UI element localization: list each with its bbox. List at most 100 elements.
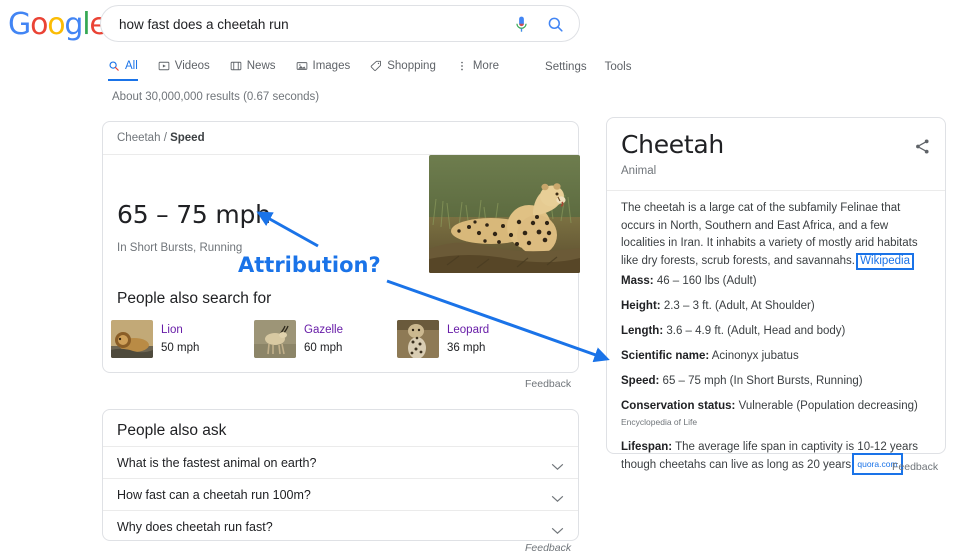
fact-value: Vulnerable (Population decreasing) xyxy=(738,400,918,412)
people-also-search-title: People also search for xyxy=(117,290,272,307)
annotation-label: Attribution? xyxy=(238,253,381,277)
fact-value: 46 – 160 lbs (Adult) xyxy=(656,275,757,287)
people-also-search-row: Lion 50 mph Gazelle 60 mph Leopard 36 mp… xyxy=(111,320,540,358)
knowledge-panel-card: Cheetah Animal The cheetah is a large ca… xyxy=(606,117,946,475)
video-icon xyxy=(158,60,170,72)
logo-letter-o2: o xyxy=(47,7,65,42)
search-icon xyxy=(108,60,120,72)
featured-snippet-card: Cheetah / Speed 65 – 75 mph In Short Bur… xyxy=(102,121,580,373)
tab-videos-label: Videos xyxy=(174,60,210,72)
snippet-answer: 65 – 75 mph xyxy=(117,200,271,229)
fact-label: Conservation status: xyxy=(621,400,736,412)
knowledge-panel-subtitle: Animal xyxy=(621,165,657,177)
fact-row-mass: Mass: 46 – 160 lbs (Adult) xyxy=(621,273,936,289)
paa-feedback-link[interactable]: Feedback xyxy=(525,542,571,554)
logo-letter-G: G xyxy=(8,7,31,42)
also-search-item-speed: 50 mph xyxy=(161,342,200,354)
settings-button[interactable]: Settings xyxy=(545,61,587,73)
tab-all-label: All xyxy=(125,60,138,72)
fact-value: 65 – 75 mph (In Short Bursts, Running) xyxy=(662,375,863,387)
tab-shopping[interactable]: Shopping xyxy=(370,60,436,74)
search-nav-tabs: All Videos News Images Shopping More Set… xyxy=(108,55,649,81)
search-submit-icon[interactable] xyxy=(546,15,565,34)
tab-images-label: Images xyxy=(312,60,351,72)
chevron-down-icon[interactable] xyxy=(551,458,564,471)
fact-row-speed: Speed: 65 – 75 mph (In Short Bursts, Run… xyxy=(621,373,936,389)
fact-label: Mass: xyxy=(621,275,654,287)
search-input[interactable] xyxy=(117,6,499,43)
breadcrumb[interactable]: Cheetah / Speed xyxy=(117,132,205,144)
also-search-item-text: Leopard 36 mph xyxy=(447,320,489,356)
knowledge-panel-description: The cheetah is a large cat of the subfam… xyxy=(621,200,931,270)
wikipedia-source-link[interactable]: Wikipedia xyxy=(856,252,915,270)
search-bar[interactable] xyxy=(100,5,580,43)
knowledge-panel-divider xyxy=(607,190,945,191)
microphone-icon[interactable] xyxy=(512,15,531,34)
tag-icon xyxy=(370,60,382,72)
people-also-ask-header: People also ask xyxy=(117,422,227,439)
fact-value: Acinonyx jubatus xyxy=(711,350,799,362)
fact-label: Scientific name: xyxy=(621,350,710,362)
tab-more[interactable]: More xyxy=(456,60,499,74)
also-search-item-gazelle[interactable]: Gazelle 60 mph xyxy=(254,320,397,358)
fact-row-length: Length: 3.6 – 4.9 ft. (Adult, Head and b… xyxy=(621,323,936,339)
image-icon xyxy=(296,60,308,72)
also-search-item-speed: 36 mph xyxy=(447,342,486,354)
google-logo[interactable]: Google xyxy=(8,7,108,42)
paa-question-row-3[interactable]: Why does cheetah run fast? xyxy=(103,510,578,543)
cheetah-photo[interactable] xyxy=(429,155,580,273)
news-icon xyxy=(230,60,242,72)
lion-thumbnail xyxy=(111,320,153,358)
fact-value: 2.3 – 3 ft. (Adult, At Shoulder) xyxy=(663,300,815,312)
fact-row-scientific-name: Scientific name: Acinonyx jubatus xyxy=(621,348,936,364)
fact-value: 3.6 – 4.9 ft. (Adult, Head and body) xyxy=(666,325,846,337)
chevron-down-icon[interactable] xyxy=(551,522,564,535)
knowledge-panel-title: Cheetah xyxy=(621,130,724,159)
fact-row-lifespan: Lifespan: The average life span in capti… xyxy=(621,439,936,475)
also-search-item-leopard[interactable]: Leopard 36 mph xyxy=(397,320,540,358)
knowledge-panel-facts: Mass: 46 – 160 lbs (Adult) Height: 2.3 –… xyxy=(621,273,936,482)
also-search-item-name[interactable]: Leopard xyxy=(447,324,489,336)
paa-question-text: Why does cheetah run fast? xyxy=(117,520,273,534)
tab-images[interactable]: Images xyxy=(296,60,351,74)
also-search-item-text: Gazelle 60 mph xyxy=(304,320,343,356)
paa-question-text: How fast can a cheetah run 100m? xyxy=(117,488,311,502)
people-also-ask-card: People also ask What is the fastest anim… xyxy=(102,409,579,541)
breadcrumb-root[interactable]: Cheetah xyxy=(117,132,160,144)
tab-videos[interactable]: Videos xyxy=(158,60,210,74)
also-search-item-name[interactable]: Gazelle xyxy=(304,324,343,336)
logo-letter-o1: o xyxy=(30,7,48,42)
also-search-item-lion[interactable]: Lion 50 mph xyxy=(111,320,254,358)
leopard-thumbnail xyxy=(397,320,439,358)
active-tab-underline xyxy=(108,78,138,81)
breadcrumb-leaf: Speed xyxy=(170,132,205,144)
also-search-item-speed: 60 mph xyxy=(304,342,343,354)
fact-row-conservation-status: Conservation status: Vulnerable (Populat… xyxy=(621,398,936,430)
logo-letter-g: g xyxy=(64,7,83,42)
tab-shopping-label: Shopping xyxy=(387,60,436,72)
share-icon[interactable] xyxy=(914,138,931,155)
kebab-icon xyxy=(456,60,468,72)
tab-all[interactable]: All xyxy=(108,60,138,81)
paa-question-row-1[interactable]: What is the fastest animal on earth? xyxy=(103,446,578,479)
tab-news[interactable]: News xyxy=(230,60,276,74)
snippet-answer-qualifier: In Short Bursts, Running xyxy=(117,242,243,254)
fact-label: Length: xyxy=(621,325,664,337)
paa-question-row-2[interactable]: How fast can a cheetah run 100m? xyxy=(103,478,578,511)
also-search-item-name[interactable]: Lion xyxy=(161,324,183,336)
knowledge-panel-feedback-link[interactable]: Feedback xyxy=(892,461,938,473)
tab-news-label: News xyxy=(246,60,276,72)
tab-more-label: More xyxy=(472,60,500,72)
fact-row-height: Height: 2.3 – 3 ft. (Adult, At Shoulder) xyxy=(621,298,936,314)
gazelle-thumbnail xyxy=(254,320,296,358)
also-search-item-text: Lion 50 mph xyxy=(161,320,199,356)
snippet-feedback-link[interactable]: Feedback xyxy=(525,378,571,390)
chevron-down-icon[interactable] xyxy=(551,490,564,503)
fact-attribution: Encyclopedia of Life xyxy=(621,417,698,427)
fact-label: Speed: xyxy=(621,375,660,387)
fact-label: Lifespan: xyxy=(621,441,673,453)
result-stats: About 30,000,000 results (0.67 seconds) xyxy=(112,91,320,103)
fact-label: Height: xyxy=(621,300,661,312)
breadcrumb-separator: / xyxy=(163,132,167,144)
tools-button[interactable]: Tools xyxy=(605,61,632,73)
